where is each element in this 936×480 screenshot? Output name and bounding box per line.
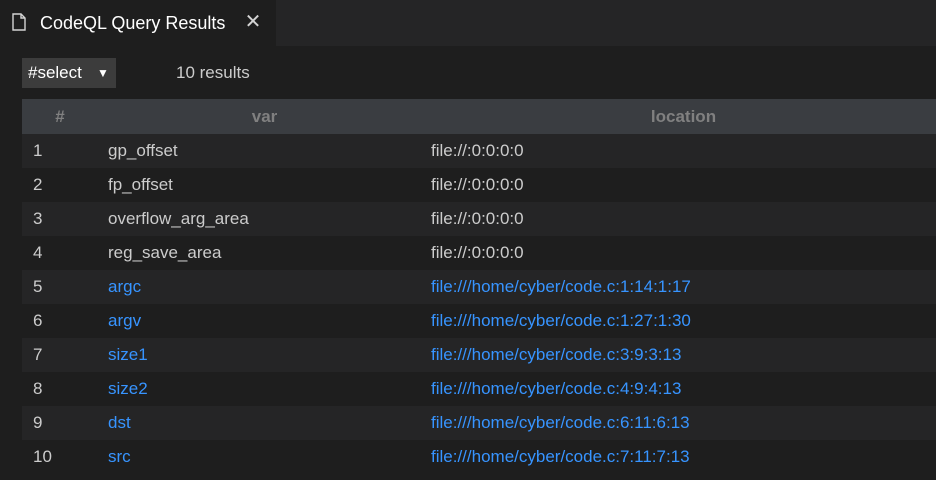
- table-row[interactable]: 5 argc file:///home/cyber/code.c:1:14:1:17: [22, 270, 936, 304]
- column-header-var[interactable]: var: [98, 99, 431, 134]
- location-cell[interactable]: file:///home/cyber/code.c:6:11:6:13: [431, 406, 936, 440]
- location-cell: file://:0:0:0:0: [431, 134, 936, 168]
- location-cell[interactable]: file:///home/cyber/code.c:7:11:7:13: [431, 440, 936, 474]
- column-header-location[interactable]: location: [431, 99, 936, 134]
- row-number: 1: [22, 134, 98, 168]
- row-number: 7: [22, 338, 98, 372]
- tab-bar: CodeQL Query Results ✕: [0, 0, 936, 46]
- location-cell: file://:0:0:0:0: [431, 168, 936, 202]
- row-number: 4: [22, 236, 98, 270]
- var-cell[interactable]: argc: [98, 270, 431, 304]
- table-row[interactable]: 3 overflow_arg_area file://:0:0:0:0: [22, 202, 936, 236]
- file-icon: [12, 13, 26, 31]
- location-cell: file://:0:0:0:0: [431, 236, 936, 270]
- table-row[interactable]: 10 src file:///home/cyber/code.c:7:11:7:13: [22, 440, 936, 474]
- location-cell[interactable]: file:///home/cyber/code.c:4:9:4:13: [431, 372, 936, 406]
- result-count: 10 results: [176, 63, 250, 82]
- row-number: 5: [22, 270, 98, 304]
- table-row[interactable]: 4 reg_save_area file://:0:0:0:0: [22, 236, 936, 270]
- row-number: 8: [22, 372, 98, 406]
- select-label: #select: [28, 63, 82, 82]
- location-cell[interactable]: file:///home/cyber/code.c:1:14:1:17: [431, 270, 936, 304]
- table-row[interactable]: 6 argv file:///home/cyber/code.c:1:27:1:30: [22, 304, 936, 338]
- var-cell: reg_save_area: [98, 236, 431, 270]
- table-row[interactable]: 9 dst file:///home/cyber/code.c:6:11:6:13: [22, 406, 936, 440]
- row-number: 6: [22, 304, 98, 338]
- var-cell[interactable]: size2: [98, 372, 431, 406]
- table-row[interactable]: 8 size2 file:///home/cyber/code.c:4:9:4:13: [22, 372, 936, 406]
- table-row[interactable]: 7 size1 file:///home/cyber/code.c:3:9:3:13: [22, 338, 936, 372]
- table-row[interactable]: 2 fp_offset file://:0:0:0:0: [22, 168, 936, 202]
- location-cell[interactable]: file:///home/cyber/code.c:1:27:1:30: [431, 304, 936, 338]
- row-number: 10: [22, 440, 98, 474]
- var-cell: overflow_arg_area: [98, 202, 431, 236]
- table-header-row: # var location: [22, 99, 936, 134]
- close-icon[interactable]: ✕: [242, 11, 264, 33]
- var-cell: gp_offset: [98, 134, 431, 168]
- row-number: 9: [22, 406, 98, 440]
- column-header-number[interactable]: #: [22, 99, 98, 134]
- tab-title: CodeQL Query Results: [40, 13, 226, 33]
- results-body: 1 gp_offset file://:0:0:0:0 2 fp_offset file:…: [22, 134, 936, 474]
- table-row[interactable]: 1 gp_offset file://:0:0:0:0: [22, 134, 936, 168]
- results-table: # var location 1 gp_offset file://:0:0:0:0…: [22, 99, 936, 474]
- var-cell[interactable]: dst: [98, 406, 431, 440]
- location-cell[interactable]: file:///home/cyber/code.c:3:9:3:13: [431, 338, 936, 372]
- chevron-down-icon: ▼: [97, 66, 109, 80]
- var-cell: fp_offset: [98, 168, 431, 202]
- result-set-select[interactable]: #select ▼: [22, 58, 116, 88]
- row-number: 2: [22, 168, 98, 202]
- var-cell[interactable]: size1: [98, 338, 431, 372]
- var-cell[interactable]: argv: [98, 304, 431, 338]
- tab-codeql-query-results[interactable]: CodeQL Query Results ✕: [0, 0, 276, 46]
- row-number: 3: [22, 202, 98, 236]
- var-cell[interactable]: src: [98, 440, 431, 474]
- location-cell: file://:0:0:0:0: [431, 202, 936, 236]
